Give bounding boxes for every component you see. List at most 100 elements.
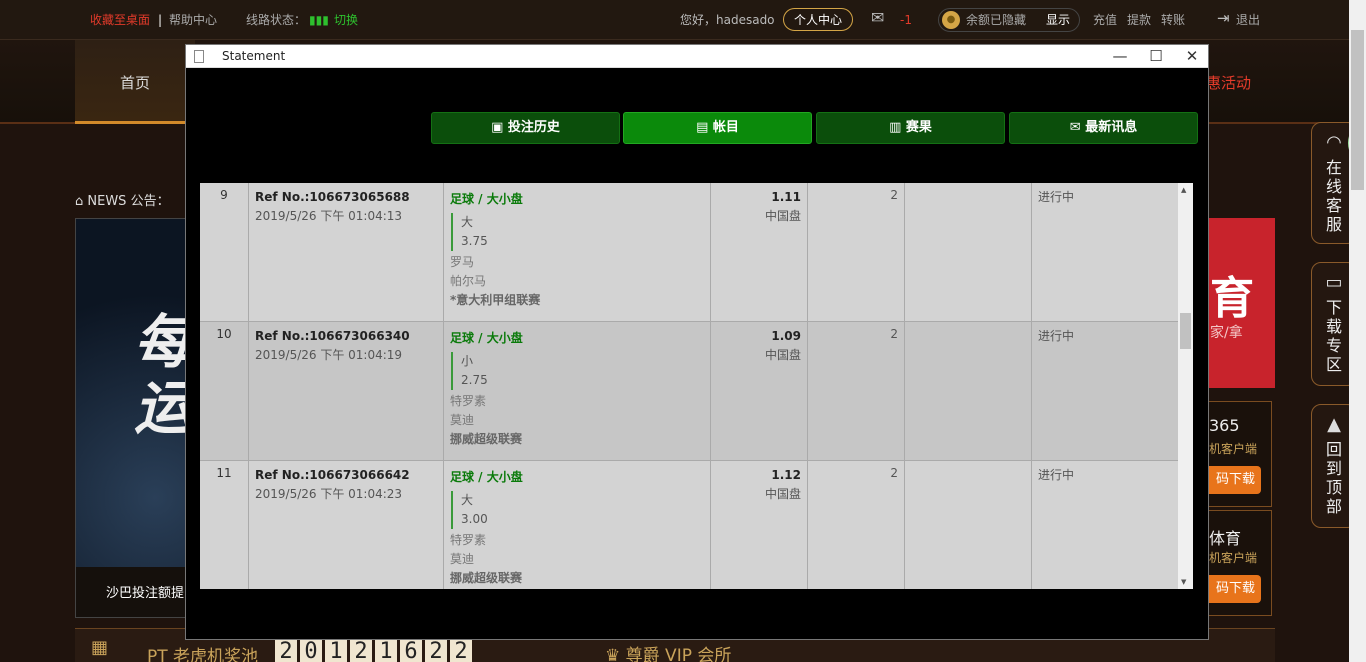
table-row: 11 Ref No.:106673066642 2019/5/26 下午 01:… xyxy=(200,461,1178,589)
table-scrollbar[interactable]: ▲ ▼ xyxy=(1178,183,1193,589)
news-bar: ⌂ NEWS 公告： xyxy=(75,190,170,209)
logout-icon: ⇥ xyxy=(1217,9,1230,27)
transfer-link[interactable]: 转账 xyxy=(1161,12,1185,28)
ref-cell: Ref No.:106673065688 2019/5/26 下午 01:04:… xyxy=(249,183,444,322)
help-link[interactable]: 帮助中心 xyxy=(169,12,217,28)
row-number: 10 xyxy=(200,322,249,461)
news-label: NEWS 公告： xyxy=(87,194,170,209)
maximize-button[interactable]: ☐ xyxy=(1138,45,1174,68)
close-button[interactable]: ✕ xyxy=(1174,45,1210,68)
stake-value: 2 xyxy=(808,183,905,322)
away-team: 帕尔马 xyxy=(450,274,487,288)
download-card-sports: 体育 机客户端 码下载 xyxy=(1208,510,1272,616)
news-icon: ⌂ xyxy=(75,194,88,209)
sports-banner-headline: 育 xyxy=(1210,273,1254,324)
bet-detail-cell: 足球 / 大小盘 大 3.75 罗马 帕尔马 *意大利甲组联赛 xyxy=(444,183,711,322)
jackpot-digit: 2 xyxy=(350,640,372,662)
odds-type: 中国盘 xyxy=(764,348,801,362)
handicap-line: 3.75 xyxy=(461,234,488,248)
row-number: 11 xyxy=(200,461,249,589)
switch-link[interactable]: 切换 xyxy=(334,12,358,28)
qr-download-button[interactable]: 码下载 xyxy=(1209,466,1261,494)
show-balance-button[interactable]: 显示 xyxy=(1046,12,1070,28)
banner-caption: 沙巴投注额提 xyxy=(76,567,189,617)
league-name: 挪威超级联赛 xyxy=(450,432,523,446)
handicap-line: 2.75 xyxy=(461,373,488,387)
window-title: Statement xyxy=(222,49,286,63)
download-card-sub: 机客户端 xyxy=(1209,442,1258,456)
ref-cell: Ref No.:106673066642 2019/5/26 下午 01:04:… xyxy=(249,461,444,589)
tab-bet-history[interactable]: ▣ 投注历史 xyxy=(431,112,620,144)
league-name: 挪威超级联赛 xyxy=(450,571,523,585)
ref-number: Ref No.:106673066642 xyxy=(255,468,410,482)
statement-window: Statement — ☐ ✕ ▣ 投注历史 ▤ 帐目 ▥ 赛果 ✉ 最新讯息 … xyxy=(185,44,1209,640)
away-team: 莫迪 xyxy=(450,552,475,566)
personal-center-button[interactable]: 个人中心 xyxy=(783,8,854,31)
window-titlebar: Statement — ☐ ✕ xyxy=(186,45,1208,68)
slot-machine-icon: ▦ xyxy=(91,637,109,658)
bet-detail-cell: 足球 / 大小盘 大 3.00 特罗素 莫迪 挪威超级联赛 xyxy=(444,461,711,589)
mail-icon[interactable]: ✉ xyxy=(871,10,884,26)
bet-date: 2019/5/26 下午 01:04:23 xyxy=(255,487,403,501)
jackpot-digit: 6 xyxy=(400,640,422,662)
bet-status: 进行中 xyxy=(1038,468,1075,482)
nav-promo[interactable]: 惠活动 xyxy=(1206,72,1251,93)
scroll-down-icon[interactable]: ▼ xyxy=(1181,578,1186,586)
home-team: 特罗素 xyxy=(450,394,487,408)
nav-home[interactable]: 首页 xyxy=(75,40,195,124)
line-status-label: 线路状态： xyxy=(246,13,307,27)
bet-date: 2019/5/26 下午 01:04:13 xyxy=(255,209,403,223)
mail-icon: ✉ xyxy=(1069,120,1086,135)
stake-value: 2 xyxy=(808,322,905,461)
selection: 大 xyxy=(461,215,474,229)
odds-type: 中国盘 xyxy=(764,209,801,223)
jackpot-digit: 0 xyxy=(300,640,322,662)
handicap-line: 3.00 xyxy=(461,512,488,526)
results-icon: ▥ xyxy=(889,120,906,135)
download-zone-label: 下载专区 xyxy=(1325,298,1342,374)
tab-results[interactable]: ▥ 赛果 xyxy=(816,112,1005,144)
vip-club-label[interactable]: ♛ 尊爵 VIP 会所 xyxy=(605,641,731,662)
market-type: 足球 / 大小盘 xyxy=(450,192,523,206)
online-service-label: 在线客服 xyxy=(1325,158,1342,234)
minimize-button[interactable]: — xyxy=(1102,45,1138,68)
ledger-icon: ▤ xyxy=(696,120,713,135)
download-card-sub: 机客户端 xyxy=(1209,551,1258,565)
ref-number: Ref No.:106673066340 xyxy=(255,329,410,343)
tab-bet-history-label: 投注历史 xyxy=(507,120,560,135)
jackpot-counter: 20121622 xyxy=(275,640,475,662)
logout-link[interactable]: 退出 xyxy=(1236,12,1260,28)
deposit-link[interactable]: 充值 xyxy=(1093,12,1117,28)
scroll-up-icon[interactable]: ▲ xyxy=(1181,186,1186,194)
selection-block: 小 2.75 xyxy=(451,352,710,390)
greeting: 您好，hadesado xyxy=(680,13,775,27)
pt-jackpot-label: PT 老虎机奖池 xyxy=(147,647,259,662)
market-type: 足球 / 大小盘 xyxy=(450,331,523,345)
bookmark-link[interactable]: 收藏至桌面 xyxy=(90,12,150,28)
table-scrollbar-thumb[interactable] xyxy=(1180,313,1191,349)
jackpot-digit: 2 xyxy=(425,640,447,662)
bet-detail-cell: 足球 / 大小盘 小 2.75 特罗素 莫迪 挪威超级联赛 xyxy=(444,322,711,461)
stake-value: 2 xyxy=(808,461,905,589)
page-scrollbar-thumb[interactable] xyxy=(1351,30,1364,190)
tab-latest-news[interactable]: ✉ 最新讯息 xyxy=(1009,112,1198,144)
sports-banner[interactable]: 育 家/拿 xyxy=(1208,218,1275,388)
separator: | xyxy=(158,13,163,27)
page-scrollbar[interactable] xyxy=(1349,0,1366,662)
qr-download-button[interactable]: 码下载 xyxy=(1209,575,1261,603)
vip-club-text: 尊爵 VIP 会所 xyxy=(625,646,732,662)
bet-status: 进行中 xyxy=(1038,190,1075,204)
balance-hidden-text: 余额已隐藏 xyxy=(966,13,1027,27)
tab-ledger[interactable]: ▤ 帐目 xyxy=(623,112,812,144)
withdraw-link[interactable]: 提款 xyxy=(1127,12,1151,28)
jackpot-digit: 2 xyxy=(450,640,472,662)
promo-banner[interactable]: 每 运 沙巴投注额提 xyxy=(75,218,190,618)
tab-latest-news-label: 最新讯息 xyxy=(1085,120,1138,135)
message-count: -1 xyxy=(900,13,912,27)
odds-type: 中国盘 xyxy=(764,487,801,501)
top-bar: 收藏至桌面 | 帮助中心 线路状态： ▮▮▮ 切换 您好，hadesado 个人… xyxy=(0,0,1366,40)
jackpot-digit: 1 xyxy=(325,640,347,662)
bet-date: 2019/5/26 下午 01:04:19 xyxy=(255,348,403,362)
market-type: 足球 / 大小盘 xyxy=(450,470,523,484)
selection-block: 大 3.00 xyxy=(451,491,710,529)
